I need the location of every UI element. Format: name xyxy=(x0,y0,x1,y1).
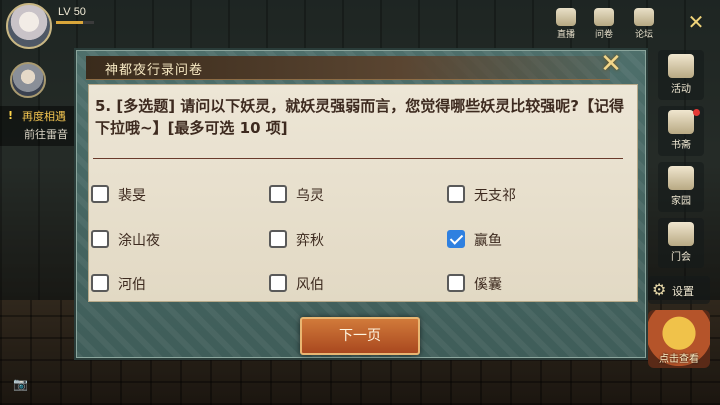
option-label: 弈秋 xyxy=(296,233,324,249)
option-label: 赢鱼 xyxy=(474,233,502,249)
side-item-label: 书斋 xyxy=(671,140,691,151)
question-text: 5. [多选题] 请问以下妖灵，就妖灵强弱而言，您觉得哪些妖灵比较强呢?【记得下… xyxy=(95,97,624,137)
checkbox[interactable] xyxy=(447,185,465,203)
book-icon xyxy=(668,110,694,134)
checkbox[interactable] xyxy=(91,185,109,203)
next-page-button[interactable]: 下一页 xyxy=(300,317,420,355)
forum-icon xyxy=(634,8,654,26)
close-dialog-icon[interactable]: ✕ xyxy=(597,50,625,78)
side-item-activity[interactable]: 活动 xyxy=(658,50,704,100)
option-label: 无支祁 xyxy=(474,188,516,204)
dialog-title: 神都夜行录问卷 xyxy=(105,63,204,78)
settings-label: 设置 xyxy=(672,285,694,298)
activity-icon xyxy=(668,54,694,78)
option-label: 傒囊 xyxy=(474,277,502,293)
option-label: 涂山夜 xyxy=(118,233,160,249)
divider xyxy=(93,158,623,159)
exp-bar xyxy=(56,21,94,24)
quest-title: 再度相遇 xyxy=(22,110,66,123)
survey-paper[interactable]: 5. [多选题] 请问以下妖灵，就妖灵强弱而言，您觉得哪些妖灵比较强呢?【记得下… xyxy=(88,84,638,302)
guild-icon xyxy=(668,222,694,246)
checkbox[interactable] xyxy=(269,230,287,248)
promo-label: 点击查看 xyxy=(659,354,699,365)
side-item-label: 家园 xyxy=(671,196,691,207)
player-level: LV 50 xyxy=(58,6,86,18)
forum-button[interactable]: 论坛 xyxy=(626,8,662,40)
settings-button[interactable]: ⚙ 设置 xyxy=(648,276,710,304)
side-item-home[interactable]: 家园 xyxy=(658,162,704,212)
side-item-guild[interactable]: 门会 xyxy=(658,218,704,268)
notification-dot xyxy=(693,109,700,116)
close-menu-icon[interactable]: ✕ xyxy=(684,10,708,34)
quest-subtitle: 前往雷音 xyxy=(24,128,68,141)
checkbox[interactable] xyxy=(269,185,287,203)
promo-button[interactable]: 点击查看 xyxy=(648,310,710,368)
survey-label: 问卷 xyxy=(594,30,613,40)
checkbox-checked[interactable] xyxy=(447,230,465,248)
forum-label: 论坛 xyxy=(634,30,653,40)
live-button[interactable]: 直播 xyxy=(548,8,584,40)
checkbox[interactable] xyxy=(269,274,287,292)
survey-button[interactable]: 问卷 xyxy=(586,8,622,40)
checkbox[interactable] xyxy=(447,274,465,292)
checkbox[interactable] xyxy=(91,274,109,292)
scrollbar[interactable] xyxy=(637,161,638,197)
live-label: 直播 xyxy=(556,30,575,40)
option-label: 风伯 xyxy=(296,277,324,293)
option-label: 河伯 xyxy=(118,277,146,293)
side-item-label: 门会 xyxy=(671,252,691,263)
quest-alert-icon: ! xyxy=(8,109,14,122)
option-label: 乌灵 xyxy=(296,188,324,204)
gear-icon: ⚙ xyxy=(652,280,667,299)
survey-icon xyxy=(594,8,614,26)
camera-icon[interactable]: 📷 xyxy=(13,377,28,391)
option-label: 裴旻 xyxy=(118,188,146,204)
checkbox[interactable] xyxy=(91,230,109,248)
home-icon xyxy=(668,166,694,190)
side-item-label: 活动 xyxy=(671,84,691,95)
exp-fill xyxy=(56,21,83,24)
live-icon xyxy=(556,8,576,26)
companion-avatar[interactable] xyxy=(10,62,46,98)
player-avatar[interactable] xyxy=(6,3,52,49)
side-item-study[interactable]: 书斋 xyxy=(658,106,704,156)
